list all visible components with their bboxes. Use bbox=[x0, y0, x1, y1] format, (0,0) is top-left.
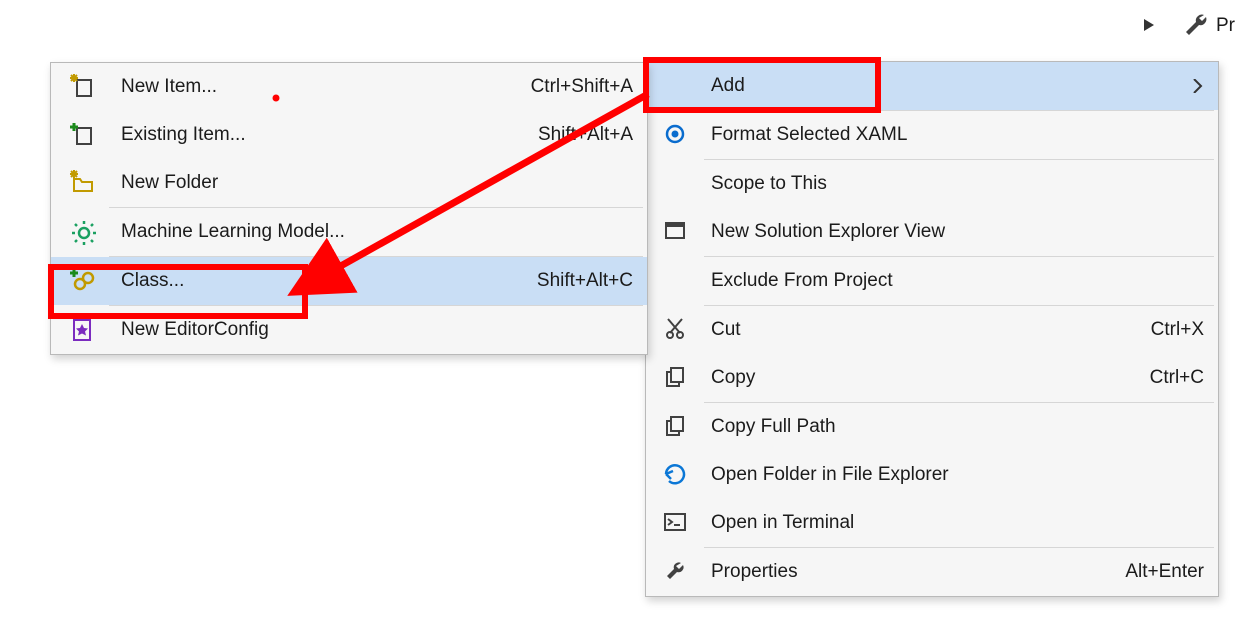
menu-item-copy-path[interactable]: Copy Full Path bbox=[646, 403, 1218, 451]
menu-item-label: Copy bbox=[711, 367, 1120, 389]
open-arrow-icon bbox=[660, 459, 692, 491]
menu-item-cut[interactable]: Cut Ctrl+X bbox=[646, 306, 1218, 354]
menu-item-label: Existing Item... bbox=[121, 124, 508, 146]
menu-item-new-view[interactable]: New Solution Explorer View bbox=[646, 208, 1218, 256]
menu-item-copy[interactable]: Copy Ctrl+C bbox=[646, 354, 1218, 402]
menu-item-label: Cut bbox=[711, 319, 1121, 341]
blank-icon bbox=[660, 265, 692, 297]
context-menu-primary: Add Format Selected XAML Scope to This New … bbox=[645, 61, 1219, 597]
wrench-icon bbox=[1184, 13, 1210, 39]
new-folder-icon bbox=[67, 167, 99, 199]
copy-path-icon bbox=[660, 411, 692, 443]
chevron-right-icon bbox=[1190, 79, 1204, 93]
menu-item-label: Open Folder in File Explorer bbox=[711, 464, 1204, 486]
menu-item-shortcut: Alt+Enter bbox=[1125, 561, 1204, 583]
menu-item-shortcut: Ctrl+Shift+A bbox=[531, 76, 633, 98]
scissors-icon bbox=[660, 314, 692, 346]
menu-item-label: New Folder bbox=[121, 172, 633, 194]
menu-item-label: Properties bbox=[711, 561, 1095, 583]
menu-item-open-term[interactable]: Open in Terminal bbox=[646, 499, 1218, 547]
menu-item-shortcut: Shift+Alt+A bbox=[538, 124, 633, 146]
menu-item-scope[interactable]: Scope to This bbox=[646, 160, 1218, 208]
class-icon bbox=[67, 265, 99, 297]
menu-item-existing-item[interactable]: Existing Item... Shift+Alt+A bbox=[51, 111, 647, 159]
target-icon bbox=[660, 119, 692, 151]
menu-item-label: New Solution Explorer View bbox=[711, 221, 1204, 243]
menu-item-label: Class... bbox=[121, 270, 507, 292]
context-menu-add-submenu: New Item... Ctrl+Shift+A Existing Item... S… bbox=[50, 62, 648, 355]
menu-item-open-folder[interactable]: Open Folder in File Explorer bbox=[646, 451, 1218, 499]
menu-item-add[interactable]: Add bbox=[646, 62, 1218, 110]
new-item-icon bbox=[67, 71, 99, 103]
wrench-icon bbox=[660, 556, 692, 588]
menu-item-new-item[interactable]: New Item... Ctrl+Shift+A bbox=[51, 63, 647, 111]
menu-item-label: Copy Full Path bbox=[711, 416, 1204, 438]
menu-item-label: New Item... bbox=[121, 76, 501, 98]
blank-icon bbox=[660, 168, 692, 200]
menu-item-format-xaml[interactable]: Format Selected XAML bbox=[646, 111, 1218, 159]
menu-item-label: Exclude From Project bbox=[711, 270, 1204, 292]
tri-right-icon bbox=[1144, 19, 1158, 33]
menu-item-new-folder[interactable]: New Folder bbox=[51, 159, 647, 207]
menu-item-properties[interactable]: Properties Alt+Enter bbox=[646, 548, 1218, 596]
menu-item-label: New EditorConfig bbox=[121, 319, 633, 341]
menu-item-shortcut: Ctrl+C bbox=[1150, 367, 1204, 389]
window-icon bbox=[660, 216, 692, 248]
gear-sparkle-icon bbox=[67, 216, 99, 248]
toolbar-fragment-text: Pr bbox=[1216, 15, 1235, 37]
menu-item-label: Scope to This bbox=[711, 173, 1204, 195]
menu-item-class[interactable]: Class... Shift+Alt+C bbox=[51, 257, 647, 305]
menu-item-ml-model[interactable]: Machine Learning Model... bbox=[51, 208, 647, 256]
terminal-icon bbox=[660, 507, 692, 539]
menu-item-editorconfig[interactable]: New EditorConfig bbox=[51, 306, 647, 354]
copy-icon bbox=[660, 362, 692, 394]
menu-item-label: Machine Learning Model... bbox=[121, 221, 633, 243]
menu-item-label: Add bbox=[711, 75, 1180, 97]
toolbar-row: Pr bbox=[1144, 13, 1235, 39]
existing-item-icon bbox=[67, 119, 99, 151]
menu-item-shortcut: Shift+Alt+C bbox=[537, 270, 633, 292]
blank-icon bbox=[660, 70, 692, 102]
menu-item-label: Open in Terminal bbox=[711, 512, 1204, 534]
menu-item-label: Format Selected XAML bbox=[711, 124, 1204, 146]
menu-item-exclude[interactable]: Exclude From Project bbox=[646, 257, 1218, 305]
star-file-icon bbox=[67, 314, 99, 346]
menu-item-shortcut: Ctrl+X bbox=[1151, 319, 1204, 341]
